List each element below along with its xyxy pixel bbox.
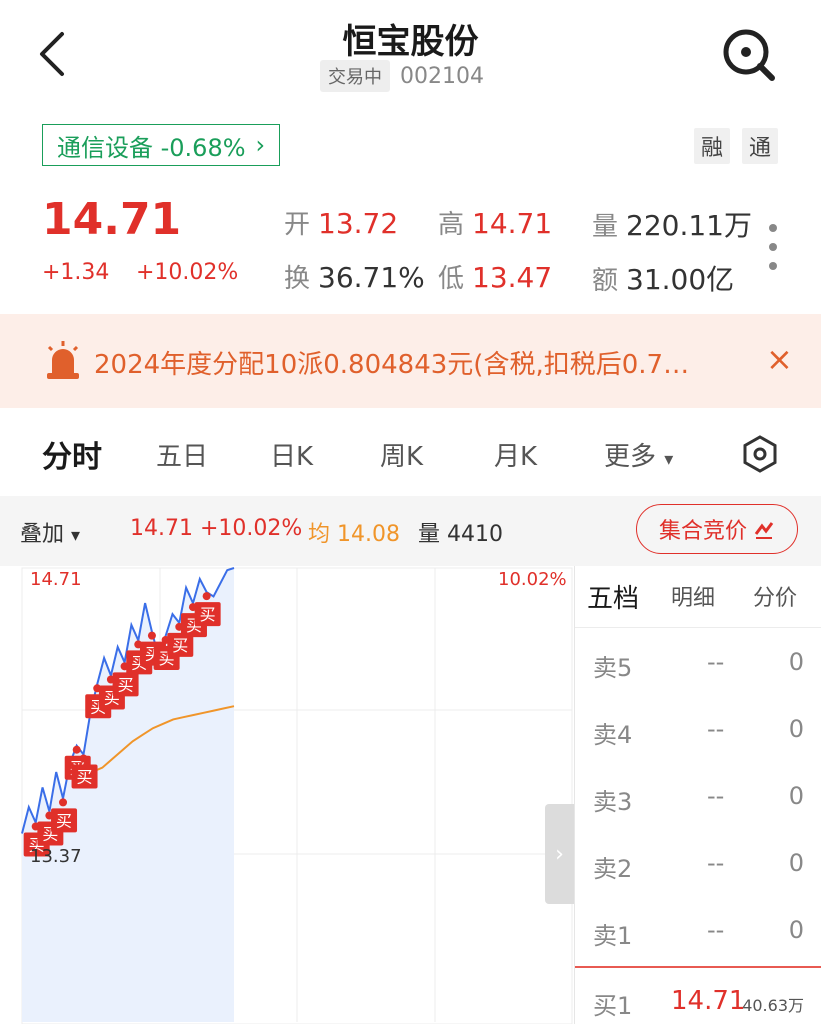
order-book-divider xyxy=(575,966,821,968)
tab-price-breakdown[interactable]: 分价 xyxy=(753,580,797,612)
chart-settings-icon[interactable] xyxy=(740,434,780,474)
buy-marker-label-4: 买 xyxy=(77,767,93,786)
bid-row-1: 买1 14.71 40.63万 xyxy=(593,986,804,1020)
search-icon[interactable] xyxy=(720,26,778,84)
sector-link[interactable]: 通信设备 -0.68% › xyxy=(42,124,281,166)
auction-icon xyxy=(754,522,774,539)
quote-amount: 额 31.00亿 xyxy=(592,263,735,296)
tab-five-day[interactable]: 五日 xyxy=(156,436,208,473)
quote-high: 高 14.71 xyxy=(438,207,553,240)
buy-marker-dot-2 xyxy=(59,798,68,807)
tab-more-label: 更多 xyxy=(604,442,657,472)
ask-row-1: 卖1 -- 0 xyxy=(593,916,804,950)
header: 恒宝股份 交易中 002104 xyxy=(0,0,821,110)
chevron-down-icon: ▾ xyxy=(664,449,674,470)
chevron-down-icon: ▾ xyxy=(71,525,81,546)
sector-label: 通信设备 -0.68% xyxy=(57,133,246,162)
tab-intraday[interactable]: 分时 xyxy=(42,432,102,476)
buy-marker-dot-3 xyxy=(72,745,81,754)
overlay-dropdown[interactable]: 叠加 ▾ xyxy=(20,516,80,548)
current-price: 14.71 xyxy=(42,194,182,245)
price-change-pct: +10.02% xyxy=(136,260,239,285)
intraday-chart-svg: 买买买买买买买买买买买买买买 xyxy=(21,567,573,1024)
announcement-banner[interactable]: 2024年度分配10派0.804843元(含税,扣税后0.7… × xyxy=(0,314,821,408)
info-pct: +10.02% xyxy=(200,516,303,541)
page-title: 恒宝股份 xyxy=(342,22,479,62)
margin-trading-tag: 融 xyxy=(694,128,730,164)
buy-marker-label-2: 买 xyxy=(56,811,72,830)
quote-turnover-rate: 换 36.71% xyxy=(284,261,425,294)
more-vertical-icon[interactable] xyxy=(766,224,780,270)
header-subtitle: 交易中 002104 xyxy=(320,60,484,92)
tab-monthly-k[interactable]: 月K xyxy=(494,436,537,473)
ask-row-5: 卖5 -- 0 xyxy=(593,648,804,682)
connect-tag: 通 xyxy=(742,128,778,164)
y-axis-max: 14.71 xyxy=(30,569,82,590)
intraday-chart[interactable]: 买买买买买买买买买买买买买买 14.71 13.37 10.02% › xyxy=(0,566,574,1024)
y-axis-min: 13.37 xyxy=(30,846,82,867)
info-price: 14.71 xyxy=(130,516,193,541)
info-volume: 量 4410 xyxy=(418,522,504,547)
info-avg: 均 14.08 xyxy=(308,522,400,547)
quote-open: 开 13.72 xyxy=(284,207,399,240)
close-icon[interactable]: × xyxy=(766,340,793,378)
stock-code: 002104 xyxy=(400,63,484,89)
buy-marker-dot-4 xyxy=(79,754,88,763)
buy-marker-dot-9 xyxy=(147,631,156,640)
tab-weekly-k[interactable]: 周K xyxy=(380,436,423,473)
order-book-panel: 五档 明细 分价 卖5 -- 0 卖4 -- 0 卖3 -- 0 卖2 -- 0 卖1 -- 0 买… xyxy=(574,566,821,1024)
expand-panel-handle[interactable]: › xyxy=(545,804,574,904)
tab-more[interactable]: 更多 ▾ xyxy=(604,436,673,473)
announcement-text: 2024年度分配10派0.804843元(含税,扣税后0.7… xyxy=(94,350,690,380)
price-change: +1.34 xyxy=(42,260,110,285)
chevron-right-icon: › xyxy=(255,131,266,159)
chart-period-tabs: 分时 五日 日K 周K 月K 更多 ▾ xyxy=(0,420,821,492)
order-book-tabs: 五档 明细 分价 xyxy=(575,566,821,628)
quote-low: 低 13.47 xyxy=(438,261,553,294)
chart-info-bar: 叠加 ▾ 14.71 +10.02% 均 14.08 量 4410 集合竞价 xyxy=(0,496,821,566)
buy-marker-label-11: 买 xyxy=(172,636,188,655)
ask-row-4: 卖4 -- 0 xyxy=(593,715,804,749)
alarm-icon xyxy=(47,341,79,379)
call-auction-button[interactable]: 集合竞价 xyxy=(636,504,798,554)
trading-status-badge: 交易中 xyxy=(320,60,390,92)
tab-five-levels[interactable]: 五档 xyxy=(587,578,639,615)
ask-row-3: 卖3 -- 0 xyxy=(593,782,804,816)
tab-daily-k[interactable]: 日K xyxy=(270,436,313,473)
buy-marker-label-13: 买 xyxy=(200,605,216,624)
buy-marker-dot-13 xyxy=(202,592,211,601)
chevron-right-icon: › xyxy=(555,841,564,867)
ask-row-2: 卖2 -- 0 xyxy=(593,849,804,883)
tab-details[interactable]: 明细 xyxy=(671,580,715,612)
buy-marker-label-7: 买 xyxy=(118,675,134,694)
quote-volume: 量 220.11万 xyxy=(592,209,752,242)
pct-axis-max: 10.02% xyxy=(498,569,567,590)
